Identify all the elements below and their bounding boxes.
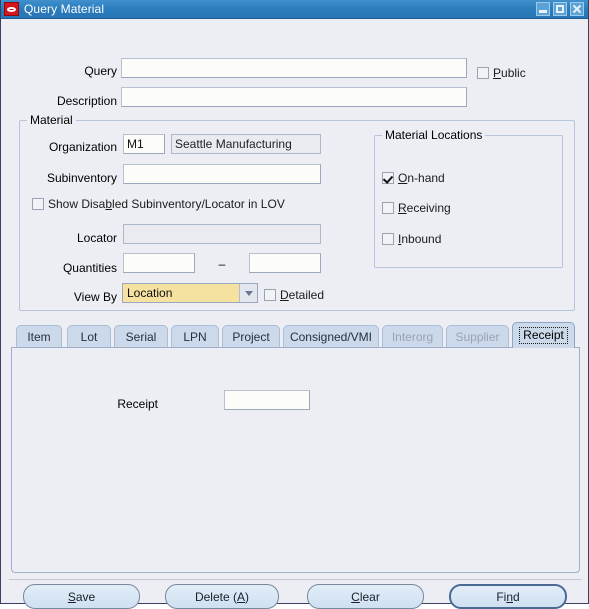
material-location-checkbox-box-on-hand[interactable]	[382, 172, 394, 184]
window-title: Query Material	[24, 2, 105, 16]
quantity-range-separator: –	[218, 257, 226, 271]
description-input[interactable]	[121, 87, 467, 107]
minimize-icon[interactable]	[536, 2, 550, 16]
tab-label: Serial	[125, 330, 157, 344]
tab-label: Receipt	[519, 327, 568, 344]
material-location-label-receiving: Receiving	[398, 201, 451, 215]
material-locations-group-title: Material Locations	[382, 128, 486, 142]
query-material-window: Query Material Query Description Public …	[0, 0, 589, 609]
material-location-checkbox-inbound[interactable]: Inbound	[382, 232, 441, 246]
form-canvas: Query Description Public Material Organi…	[1, 19, 588, 609]
show-disabled-subinventory-checkbox[interactable]: Show Disabled Subinventory/Locator in LO…	[32, 197, 285, 211]
chevron-down-icon[interactable]	[239, 284, 257, 302]
view-by-label: View By	[73, 290, 117, 304]
show-disabled-checkbox-label: Show Disabled Subinventory/Locator in LO…	[48, 197, 285, 211]
material-location-label-inbound: Inbound	[398, 232, 442, 246]
tab-lot[interactable]: Lot	[67, 325, 111, 348]
material-location-checkbox-box-inbound[interactable]	[382, 233, 394, 245]
button-label: Clear	[351, 589, 380, 604]
tab-receipt[interactable]: Receipt	[512, 322, 575, 348]
detailed-checkbox-label: Detailed	[280, 288, 325, 302]
close-icon[interactable]	[570, 2, 584, 16]
delete-button[interactable]: Delete (A)	[165, 584, 279, 609]
organization-code-input[interactable]	[123, 134, 165, 154]
tab-lpn[interactable]: LPN	[171, 325, 219, 348]
public-checkbox-box[interactable]	[477, 67, 489, 79]
window-controls	[536, 2, 586, 16]
view-by-value: Location	[127, 286, 173, 300]
tab-bar: Item Lot Serial LPN Project Consigned/VMI Inte…	[11, 322, 580, 348]
tab-item[interactable]: Item	[16, 325, 62, 348]
tab-serial[interactable]: Serial	[114, 325, 168, 348]
view-by-select[interactable]: Location	[122, 283, 258, 303]
query-input[interactable]	[121, 58, 467, 78]
button-label: Delete (A)	[194, 589, 250, 604]
subinventory-label: Subinventory	[46, 171, 117, 185]
locator-input	[123, 224, 321, 244]
tab-panel-receipt: Receipt	[11, 347, 580, 573]
show-disabled-checkbox-box[interactable]	[32, 198, 44, 210]
tab-supplier: Supplier	[446, 325, 509, 348]
material-group-title: Material	[27, 113, 76, 127]
quantity-from-input[interactable]	[123, 253, 195, 273]
find-button[interactable]: Find	[449, 584, 567, 609]
button-label: Save	[67, 589, 96, 604]
tab-label: Lot	[80, 330, 98, 344]
tab-label: Supplier	[455, 330, 500, 344]
tab-label: Project	[232, 330, 270, 344]
tab-project[interactable]: Project	[222, 325, 280, 348]
receipt-input[interactable]	[224, 390, 310, 410]
detailed-checkbox-box[interactable]	[264, 289, 276, 301]
maximize-icon[interactable]	[553, 2, 567, 16]
tab-consigned-vmi[interactable]: Consigned/VMI	[283, 325, 379, 348]
material-location-label-on-hand: On-hand	[398, 171, 445, 185]
clear-button[interactable]: Clear	[307, 584, 424, 609]
organization-label: Organization	[48, 140, 117, 154]
organization-name-field	[171, 134, 321, 154]
material-location-checkbox-box-receiving[interactable]	[382, 202, 394, 214]
tab-label: Consigned/VMI	[289, 330, 373, 344]
receipt-label: Receipt	[117, 397, 158, 411]
save-button[interactable]: Save	[23, 584, 140, 609]
window-titlebar[interactable]: Query Material	[1, 0, 588, 19]
locator-label: Locator	[76, 231, 117, 245]
query-label: Query	[84, 64, 117, 78]
tab-label: Interorg	[391, 330, 434, 344]
tab-label: Item	[27, 330, 51, 344]
oracle-logo-icon	[4, 2, 19, 16]
material-location-checkbox-receiving[interactable]: Receiving	[382, 201, 451, 215]
tab-label: LPN	[183, 330, 207, 344]
button-label: Find	[496, 589, 520, 604]
material-location-checkbox-on-hand[interactable]: On-hand	[382, 171, 445, 185]
footer-divider	[9, 579, 582, 580]
public-checkbox[interactable]: Public	[477, 66, 526, 80]
tab-interorg: Interorg	[382, 325, 443, 348]
detailed-checkbox[interactable]: Detailed	[264, 288, 324, 302]
description-label: Description	[56, 94, 117, 108]
quantities-label: Quantities	[62, 261, 117, 275]
quantity-to-input[interactable]	[249, 253, 321, 273]
public-checkbox-label: Public	[493, 66, 526, 80]
subinventory-input[interactable]	[123, 164, 321, 184]
